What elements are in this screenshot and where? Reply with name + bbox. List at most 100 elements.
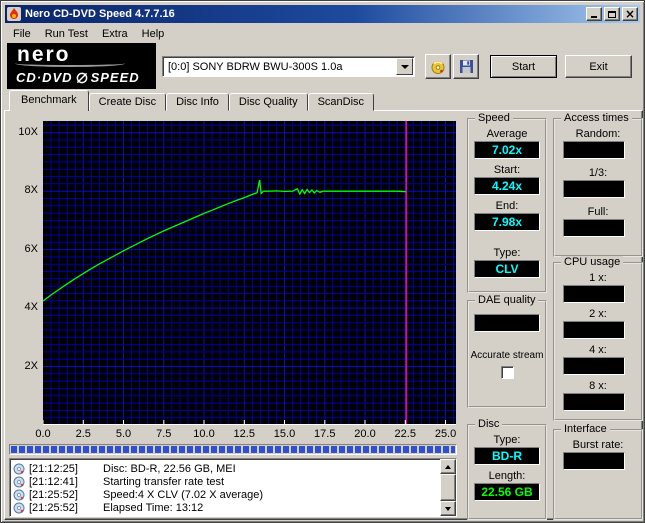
chevron-down-icon[interactable] [396,58,413,75]
dae-quality-title: DAE quality [475,294,539,306]
log-timestamp: [21:12:41] [29,475,78,488]
menu-help[interactable]: Help [135,26,172,42]
disc-button[interactable] [425,54,451,79]
cpu-8x-value [563,393,625,411]
access-full-label: Full: [587,206,609,218]
disc-glyph-icon [76,72,88,84]
accurate-stream-label: Accurate stream [470,350,544,361]
cpu-8x-label: 8 x: [589,380,607,392]
save-icon [459,59,474,74]
app-window: Nero CD-DVD Speed 4.7.7.16 × File Run Te… [0,0,645,523]
log-line[interactable]: [21:25:52] Elapsed Time: 13:12 [13,501,440,514]
logo-cd-dvd-text: CD·DVD [16,70,73,85]
x-tick-label: 12.5 [233,428,255,440]
x-tick-label: 10.0 [193,428,215,440]
disc-log-icon [13,489,26,501]
nero-logo: nero CD·DVD SPEED [7,43,156,89]
chart-x-axis: 0.0 2.5 5.0 7.5 10.0 12.5 15.0 17.5 20.0 22.5 25.0 [35,428,457,441]
disc-log-icon [13,463,26,475]
log-line[interactable]: [21:12:25] Disc: BD-R, 22.56 GB, MEI [13,462,440,475]
disc-log-icon [13,476,26,488]
access-random-value [563,141,625,159]
cpu-1x-label: 1 x: [589,272,607,284]
scrollbar-thumb[interactable] [440,474,456,501]
window-title: Nero CD-DVD Speed 4.7.7.16 [25,8,175,20]
disc-length-label: Length: [488,470,526,482]
y-tick-label: 10X [18,125,38,138]
speed-start-label: Start: [493,164,521,176]
menu-run-test[interactable]: Run Test [38,26,95,42]
x-tick-label: 20.0 [354,428,376,440]
minimize-icon [591,16,597,18]
tab-create-disc[interactable]: Create Disc [88,93,167,111]
speed-panel: Speed Average 7.02x Start: 4.24x End: 7.… [467,112,547,293]
log-timestamp: [21:25:52] [29,501,78,514]
tab-disc-quality[interactable]: Disc Quality [228,93,308,111]
exit-button[interactable]: Exit [565,55,632,78]
speed-type-value: CLV [474,260,540,278]
cpu-4x-value [563,357,625,375]
log-message: Starting transfer rate test [103,475,225,488]
accurate-stream-checkbox[interactable] [500,366,514,379]
disc-icon [430,59,446,75]
disc-panel-title: Disc [475,418,503,430]
speed-end-value: 7.98x [474,213,540,231]
drive-select[interactable]: [0:0] SONY BDRW BWU-300S 1.0a [162,56,415,77]
minimize-button[interactable] [586,7,602,21]
y-tick-label: 6X [24,242,38,255]
disc-type-label: Type: [493,434,521,446]
logo-speed-text: SPEED [90,70,140,85]
cpu-1x-value [563,285,625,303]
log-timestamp: [21:12:25] [29,462,78,475]
save-button[interactable] [453,54,479,79]
log-message: Disc: BD-R, 22.56 GB, MEI [103,462,236,475]
chart-y-axis: 2X 4X 6X 8X 10X [7,121,41,425]
drive-select-value: [0:0] SONY BDRW BWU-300S 1.0a [168,60,343,73]
speed-type-label: Type: [493,247,521,259]
access-onethird-value [563,180,625,198]
logo-product-text: CD·DVD SPEED [16,70,156,85]
close-button[interactable]: × [622,7,638,21]
log-line[interactable]: [21:25:52] Speed:4 X CLV (7.02 X average… [13,488,440,501]
benchmark-chart [43,121,456,425]
disc-log-icon [13,502,26,514]
interface-panel: Interface Burst rate: [553,423,643,520]
titlebar[interactable]: Nero CD-DVD Speed 4.7.7.16 × [5,5,640,23]
x-tick-label: 2.5 [75,428,91,440]
maximize-button[interactable] [604,7,620,21]
x-tick-label: 0.0 [35,428,51,440]
x-tick-label: 22.5 [394,428,416,440]
arrow-up-icon [445,462,451,469]
tab-scandisc[interactable]: ScanDisc [307,93,375,111]
tab-disc-info[interactable]: Disc Info [166,93,229,111]
tab-bar: Benchmark Create Disc Disc Info Disc Qua… [9,90,375,111]
access-full-value [563,219,625,237]
tab-benchmark[interactable]: Benchmark [9,90,89,111]
access-onethird-label: 1/3: [588,167,608,179]
menubar: File Run Test Extra Help [6,25,639,42]
burst-rate-value [563,452,625,470]
scroll-down-button[interactable] [440,501,456,516]
y-tick-label: 2X [24,359,38,372]
x-tick-label: 17.5 [314,428,336,440]
menu-extra[interactable]: Extra [95,26,135,42]
menu-file[interactable]: File [6,26,38,42]
log-line[interactable]: [21:12:41] Starting transfer rate test [13,475,440,488]
disc-panel: Disc Type: BD-R Length: 22.56 GB [467,418,547,520]
x-tick-label: 7.5 [156,428,172,440]
cpu-usage-panel: CPU usage 1 x: 2 x: 4 x: 8 x: [553,256,643,421]
start-button[interactable]: Start [490,55,557,78]
cpu-2x-value [563,321,625,339]
log-scrollbar[interactable] [440,459,456,516]
log-list: [21:12:25] Disc: BD-R, 22.56 GB, MEI [21… [10,459,440,516]
y-tick-label: 8X [24,184,38,197]
cpu-2x-label: 2 x: [589,308,607,320]
interface-panel-title: Interface [561,423,610,435]
speed-average-value: 7.02x [474,141,540,159]
scroll-up-button[interactable] [440,459,456,474]
log-message: Elapsed Time: 13:12 [103,501,204,514]
dae-quality-panel: DAE quality Accurate stream [467,294,547,408]
speed-average-label: Average [486,128,528,140]
speed-start-value: 4.24x [474,177,540,195]
disc-length-value: 22.56 GB [474,483,540,501]
